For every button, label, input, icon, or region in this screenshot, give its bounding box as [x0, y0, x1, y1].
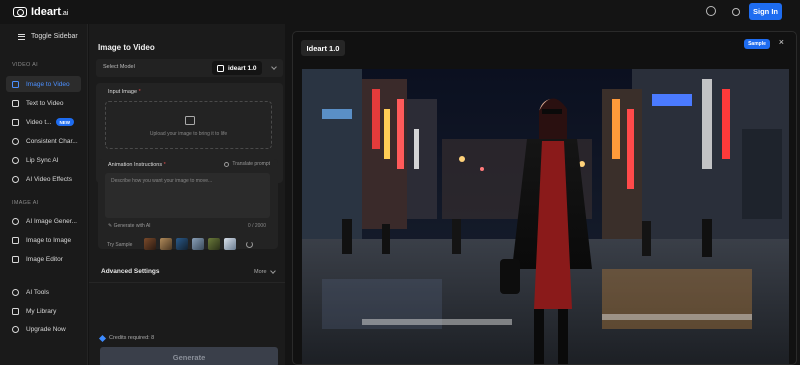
translate-label: Translate prompt	[232, 161, 270, 167]
sidebar-item-label: Image Editor	[26, 255, 63, 263]
sidebar-item-label: Consistent Char...	[26, 137, 78, 145]
upload-image-icon	[185, 116, 195, 125]
refresh-icon[interactable]	[246, 241, 253, 248]
page-title: Image to Video	[98, 43, 155, 52]
app-logo[interactable]: Ideart.ai	[13, 6, 68, 18]
chevron-down-icon[interactable]	[271, 64, 277, 70]
generate-label: Generate	[172, 352, 206, 362]
generate-with-ai-label: Generate with AI	[113, 223, 151, 229]
image-upload-dropzone[interactable]: Upload your image to bring it to life	[105, 101, 272, 149]
section-label-image-ai: IMAGE AI	[12, 200, 39, 206]
logo-icon	[13, 7, 27, 17]
required-mark: *	[163, 162, 166, 168]
tools-icon	[12, 288, 19, 296]
model-select[interactable]: ideart 1.0	[212, 61, 262, 75]
model-chip: Ideart 1.0	[301, 40, 345, 56]
prompt-placeholder: Describe how you want your image to move…	[111, 178, 213, 184]
library-icon	[12, 307, 19, 315]
gem-icon	[98, 334, 107, 342]
sample-thumbnail[interactable]	[208, 238, 220, 250]
sidebar-item-my-library[interactable]: My Library	[6, 303, 81, 319]
input-image-label: Input Image	[108, 89, 138, 95]
app-name-suffix: .ai	[60, 10, 69, 17]
effects-icon	[12, 175, 19, 183]
animation-instructions-label: Animation Instructions	[108, 162, 163, 168]
sidebar-item-image-to-video[interactable]: Image to Video	[6, 76, 81, 92]
model-value: ideart 1.0	[228, 64, 257, 72]
toggle-sidebar-label: Toggle Sidebar	[31, 33, 78, 40]
control-panel: Image to Video Select Model ideart 1.0 I…	[89, 24, 285, 365]
sidebar-item-label: My Library	[26, 307, 57, 315]
sidebar-item-label: Upgrade Now	[26, 325, 66, 333]
sidebar-item-label: Image to Video	[26, 80, 70, 88]
sample-thumbnail[interactable]	[224, 238, 236, 250]
sidebar-item-consistent-character[interactable]: Consistent Char...	[6, 133, 81, 149]
animation-instructions-card: Animation Instructions * Translate promp…	[98, 159, 278, 250]
generate-with-ai-button[interactable]: ✎ Generate with AI	[108, 223, 151, 229]
sidebar-item-label: Video t...	[26, 118, 52, 126]
sidebar-item-image-to-image[interactable]: Image to Image	[6, 232, 81, 248]
sample-thumbnail[interactable]	[160, 238, 172, 250]
text-video-icon	[12, 99, 19, 107]
prompt-textarea[interactable]: Describe how you want your image to move…	[105, 173, 270, 218]
close-icon[interactable]: ×	[779, 37, 784, 47]
image-swap-icon	[12, 236, 19, 244]
sidebar-item-label: AI Video Effects	[26, 175, 73, 183]
translate-prompt-toggle[interactable]: Translate prompt	[224, 161, 270, 167]
sidebar-item-ai-image-generator[interactable]: AI Image Gener...	[6, 213, 81, 229]
upload-hint: Upload your image to bring it to life	[149, 131, 228, 137]
select-model-row: Select Model ideart 1.0	[96, 59, 283, 77]
sidebar-item-ai-video-effects[interactable]: AI Video Effects	[6, 171, 81, 187]
advanced-settings-label[interactable]: Advanced Settings	[101, 268, 160, 275]
try-sample-label: Try Sample	[107, 242, 133, 248]
sidebar-item-label: Image to Image	[26, 236, 72, 244]
theme-sun-icon[interactable]	[730, 6, 740, 16]
sample-thumbnail[interactable]	[176, 238, 188, 250]
sample-preview-image	[302, 69, 789, 364]
section-label-video-ai: VIDEO AI	[12, 62, 38, 68]
sidebar-item-image-editor[interactable]: Image Editor	[6, 251, 81, 267]
generate-button[interactable]: Generate	[100, 347, 278, 365]
app-name: Ideart	[31, 6, 61, 18]
sidebar-item-label: AI Image Gener...	[26, 217, 77, 225]
required-mark: *	[138, 89, 141, 95]
globe-icon[interactable]	[706, 6, 716, 16]
sidebar-item-video-to[interactable]: Video t... NEW	[6, 114, 81, 130]
upgrade-icon	[12, 325, 19, 333]
model-icon	[217, 64, 224, 72]
top-bar: Ideart.ai Sign In	[0, 0, 800, 24]
sign-in-button[interactable]: Sign In	[749, 3, 782, 20]
credits-text: Credits required: 8	[109, 335, 155, 341]
char-counter: 0 / 2000	[247, 223, 266, 229]
chevron-down-icon[interactable]	[270, 268, 276, 274]
more-toggle[interactable]: More	[254, 269, 267, 275]
character-icon	[12, 137, 19, 145]
sidebar-item-text-to-video[interactable]: Text to Video	[6, 95, 81, 111]
more-label: More	[254, 269, 267, 275]
sidebar-item-label: Text to Video	[26, 99, 64, 107]
image-icon	[12, 80, 19, 88]
new-badge: NEW	[55, 118, 75, 126]
select-model-label: Select Model	[103, 64, 135, 70]
lip-sync-icon	[12, 156, 19, 164]
sidebar-item-lip-sync[interactable]: Lip Sync AI	[6, 152, 81, 168]
translate-icon	[224, 161, 230, 167]
preview-area: Ideart 1.0 Sample ×	[292, 31, 797, 365]
sample-badge: Sample	[744, 39, 770, 49]
sidebar-item-label: AI Tools	[26, 288, 50, 296]
ai-image-icon	[12, 217, 19, 225]
sidebar: Toggle Sidebar VIDEO AI Image to Video T…	[0, 24, 88, 365]
divider	[89, 282, 285, 283]
toggle-sidebar-button[interactable]: Toggle Sidebar	[18, 33, 78, 40]
sample-thumbnail[interactable]	[144, 238, 156, 250]
sidebar-item-ai-tools[interactable]: AI Tools	[6, 284, 81, 300]
credits-info: Credits required: 8	[98, 334, 155, 342]
sidebar-item-upgrade-now[interactable]: Upgrade Now	[6, 321, 81, 337]
sample-thumbnail[interactable]	[192, 238, 204, 250]
edit-icon	[12, 255, 19, 263]
menu-icon	[18, 33, 25, 40]
video-camera-icon	[12, 118, 19, 126]
sidebar-item-label: Lip Sync AI	[26, 156, 59, 164]
